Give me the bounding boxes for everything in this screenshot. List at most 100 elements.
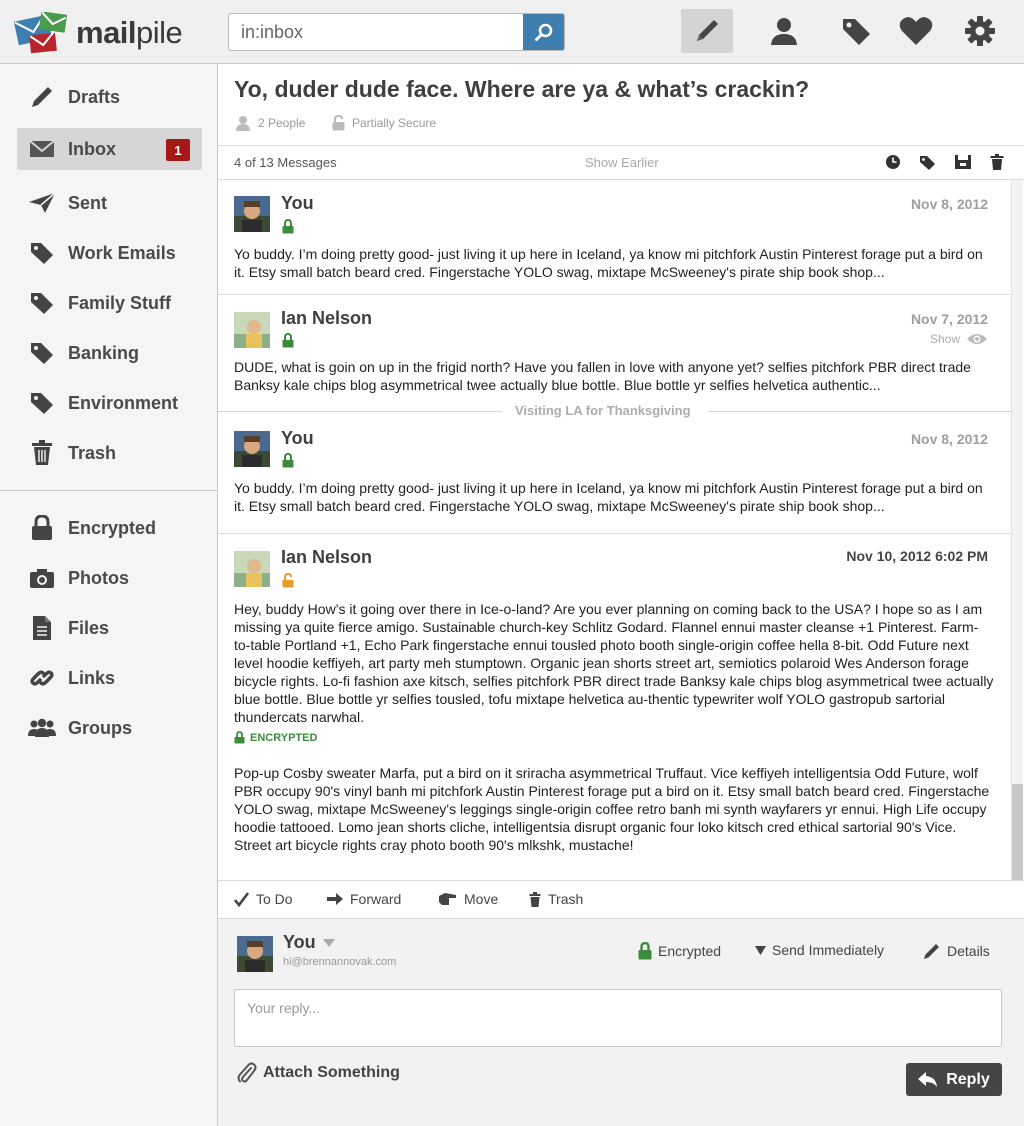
lock-icon xyxy=(234,731,245,744)
sidebar-item-photos[interactable]: Photos xyxy=(17,557,202,599)
message-item[interactable]: Ian Nelson Nov 7, 2012 Show DUDE, what i… xyxy=(218,295,1011,411)
paper-plane-icon xyxy=(29,192,56,213)
clock-icon[interactable] xyxy=(885,154,901,170)
move-button[interactable]: Move xyxy=(439,891,498,907)
favorites-button[interactable] xyxy=(890,9,942,53)
tag-icon xyxy=(31,293,53,314)
forward-button[interactable]: Forward xyxy=(327,891,401,907)
thread-separator: Visiting LA for Thanksgiving xyxy=(218,403,1011,419)
message-actions: To Do Forward Move Trash xyxy=(218,880,1024,919)
attach-button[interactable]: Attach Something xyxy=(237,1062,400,1084)
tag-icon xyxy=(843,19,870,45)
search-button[interactable] xyxy=(523,14,564,50)
sidebar-item-label: Environment xyxy=(68,392,179,413)
thread-subject: Yo, duder dude face. Where are ya & what… xyxy=(234,76,810,102)
show-earlier-link[interactable]: Show Earlier xyxy=(585,155,659,170)
trash-icon xyxy=(529,891,541,907)
tag-icon xyxy=(31,393,53,414)
trash-icon[interactable] xyxy=(990,154,1004,170)
participants-count: 2 People xyxy=(258,116,306,130)
avatar xyxy=(234,196,270,232)
message-scrollbar[interactable] xyxy=(1011,180,1023,880)
participants-info[interactable]: 2 People xyxy=(235,115,305,131)
avatar xyxy=(237,936,273,972)
sidebar-item-label: Sent xyxy=(68,192,108,213)
from-name: You xyxy=(283,932,316,952)
mailpile-logo[interactable]: mailpile xyxy=(14,12,204,54)
tags-button[interactable] xyxy=(830,9,882,53)
sidebar-item-label: Trash xyxy=(68,442,117,463)
sidebar-item-links[interactable]: Links xyxy=(17,657,202,699)
sender-name: You xyxy=(281,193,314,213)
tag-icon[interactable] xyxy=(919,154,936,171)
sidebar-item-label: Links xyxy=(68,667,116,688)
message-date: Nov 8, 2012 xyxy=(910,431,988,447)
show-message-link[interactable]: Show xyxy=(930,332,988,346)
sidebar-item-banking[interactable]: Banking xyxy=(17,332,202,374)
avatar xyxy=(234,312,270,348)
reply-input[interactable] xyxy=(234,989,1002,1047)
sidebar-item-family-stuff[interactable]: Family Stuff xyxy=(17,282,202,324)
caret-down-icon xyxy=(755,945,766,955)
pencil-icon xyxy=(697,20,718,41)
sender-name: You xyxy=(281,428,314,448)
message-item[interactable]: You Nov 8, 2012 Yo buddy. I’m doing pret… xyxy=(218,419,1011,534)
pencil-icon xyxy=(924,944,939,959)
message-item[interactable]: You Nov 8, 2012 Yo buddy. I’m doing pret… xyxy=(218,180,1011,295)
avatar xyxy=(234,431,270,467)
lock-icon xyxy=(282,453,294,468)
sidebar-item-drafts[interactable]: Drafts xyxy=(17,76,202,118)
tag-icon xyxy=(31,343,53,364)
trash-icon xyxy=(32,440,52,465)
details-button[interactable]: Details xyxy=(923,942,990,960)
sidebar-item-work-emails[interactable]: Work Emails xyxy=(17,232,202,274)
sidebar-item-groups[interactable]: Groups xyxy=(17,707,202,749)
sidebar-item-label: Family Stuff xyxy=(68,292,172,313)
caret-down-icon xyxy=(322,938,335,947)
sender-name: Ian Nelson xyxy=(281,308,373,328)
eye-icon xyxy=(967,334,987,344)
message-body-encrypted: Pop-up Cosby sweater Marfa, put a bird o… xyxy=(234,765,990,853)
todo-button[interactable]: To Do xyxy=(234,891,293,907)
top-bar: mailpile xyxy=(0,0,1024,64)
logo-wordmark: mailpile xyxy=(76,15,183,50)
tag-icon xyxy=(31,243,53,264)
lock-icon xyxy=(638,942,652,960)
send-mode-dropdown[interactable]: Send Immediately xyxy=(755,942,884,958)
sidebar-item-files[interactable]: Files xyxy=(17,607,202,649)
search-input[interactable] xyxy=(229,14,524,50)
message-preview: DUDE, what is goin on up in the frigid n… xyxy=(234,359,971,393)
encryption-toggle[interactable]: Encrypted xyxy=(638,942,721,960)
unlocked-icon xyxy=(332,115,345,131)
sidebar-item-trash[interactable]: Trash xyxy=(17,432,202,474)
link-icon xyxy=(30,670,54,686)
encrypted-section-label: ENCRYPTED xyxy=(234,731,317,744)
scrollbar-thumb[interactable] xyxy=(1012,784,1023,880)
archive-icon[interactable] xyxy=(954,154,972,170)
security-info[interactable]: Partially Secure xyxy=(332,115,436,131)
reply-composer: You hi@brennannovak.com Encrypted Send I… xyxy=(218,919,1024,1126)
from-selector[interactable]: You xyxy=(283,932,335,953)
message-body: Hey, buddy How’s it going over there in … xyxy=(234,601,994,725)
envelopes-logo-icon xyxy=(14,12,68,54)
unlocked-icon xyxy=(282,573,294,588)
sidebar-item-sent[interactable]: Sent xyxy=(17,182,202,224)
sidebar-item-environment[interactable]: Environment xyxy=(17,382,202,424)
sidebar-item-encrypted[interactable]: Encrypted xyxy=(17,507,202,549)
message-date: Nov 7, 2012 xyxy=(910,311,988,327)
pencil-icon xyxy=(32,87,52,107)
sidebar-item-label: Groups xyxy=(68,717,133,738)
message-toolbar: 4 of 13 Messages Show Earlier xyxy=(218,145,1024,180)
compose-button[interactable] xyxy=(681,9,733,53)
message-preview: Yo buddy. I’m doing pretty good- just li… xyxy=(234,480,983,514)
gear-icon xyxy=(965,16,995,46)
sidebar-item-label: Files xyxy=(68,617,110,638)
paperclip-icon xyxy=(237,1062,257,1083)
trash-button[interactable]: Trash xyxy=(529,891,583,907)
reply-button[interactable]: Reply xyxy=(906,1063,1002,1096)
hand-pointer-icon xyxy=(439,893,456,905)
settings-button[interactable] xyxy=(954,9,1006,53)
message-list: You Nov 8, 2012 Yo buddy. I’m doing pret… xyxy=(218,180,1024,880)
contacts-button[interactable] xyxy=(758,9,810,53)
sidebar-item-inbox[interactable]: Inbox 1 xyxy=(17,128,202,170)
